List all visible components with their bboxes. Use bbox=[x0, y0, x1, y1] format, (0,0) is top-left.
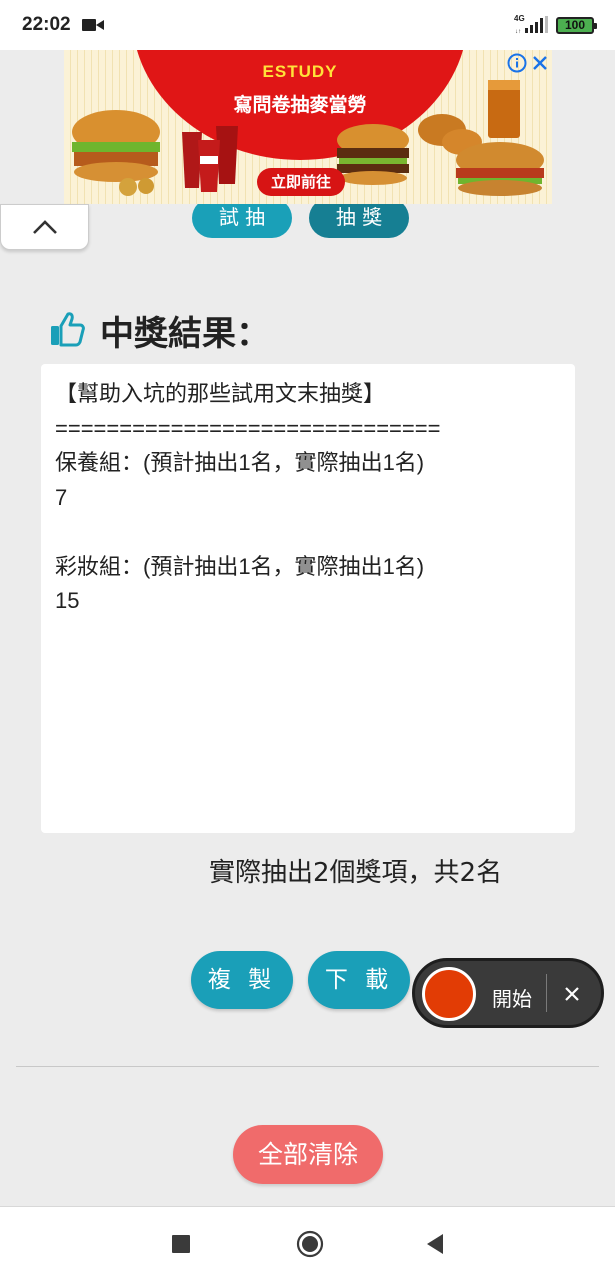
screen-recorder-widget: 開始 bbox=[412, 958, 604, 1028]
status-time: 22:02 bbox=[22, 14, 71, 35]
ad-brand: ESTUDY bbox=[262, 62, 338, 81]
recorder-divider bbox=[546, 974, 547, 1012]
result-line bbox=[55, 515, 561, 550]
thumbs-up-icon bbox=[51, 312, 85, 347]
results-summary: 實際抽出2個獎項，共2名 bbox=[209, 858, 503, 888]
recorder-close-icon[interactable] bbox=[563, 985, 581, 1003]
record-button[interactable] bbox=[422, 967, 476, 1021]
camera-icon bbox=[82, 19, 104, 31]
record-start-label[interactable]: 開始 bbox=[492, 983, 532, 1012]
result-line: ============================== bbox=[55, 415, 441, 441]
back-icon[interactable] bbox=[425, 1233, 445, 1255]
results-textarea[interactable]: 【幫助入坑的那些試用文末抽獎】 ========================… bbox=[41, 364, 575, 833]
battery-level: 100 bbox=[564, 18, 586, 32]
copy-button[interactable]: 複 製 bbox=[191, 951, 293, 1009]
navigation-bar bbox=[0, 1206, 615, 1280]
result-line: 【幫助入坑的那些試用文末抽獎】 bbox=[55, 381, 386, 406]
chicken-burger-image bbox=[418, 80, 544, 196]
results-title: 中獎結果： bbox=[100, 314, 270, 354]
signal-icon: ↓↑ bbox=[515, 16, 548, 34]
clear-all-button[interactable]: 全部清除 bbox=[233, 1125, 383, 1184]
ad-cta-button[interactable]: 立即前往 bbox=[257, 168, 345, 196]
close-icon[interactable] bbox=[530, 53, 550, 73]
trial-draw-button[interactable]: 試 抽 bbox=[192, 198, 292, 238]
info-icon[interactable] bbox=[507, 53, 527, 73]
drinks-image bbox=[182, 126, 238, 192]
svg-text:↓↑: ↓↑ bbox=[515, 29, 521, 34]
ad-banner[interactable]: ESTUDY 寫問卷抽麥當勞 立即前往 bbox=[64, 50, 552, 204]
result-line: 彩妝組：(預計抽出1名，實際抽出1名) bbox=[55, 553, 425, 579]
collapse-tab[interactable] bbox=[0, 204, 89, 250]
divider bbox=[16, 1066, 599, 1067]
recents-icon[interactable] bbox=[172, 1235, 190, 1253]
burger-image bbox=[72, 110, 160, 196]
result-line: 7 bbox=[55, 484, 68, 510]
result-line: 15 bbox=[55, 588, 80, 613]
status-bar: 22:02 4G ↓↑ 100 bbox=[0, 0, 615, 50]
chevron-up-icon bbox=[33, 220, 57, 234]
battery-icon: 100 bbox=[556, 17, 597, 34]
download-button[interactable]: 下 載 bbox=[308, 951, 410, 1009]
draw-button[interactable]: 抽 獎 bbox=[309, 198, 409, 238]
big-mac-image bbox=[337, 124, 409, 185]
home-icon[interactable] bbox=[296, 1230, 324, 1258]
result-line: 保養組：(預計抽出1名，實際抽出1名) bbox=[55, 450, 425, 475]
